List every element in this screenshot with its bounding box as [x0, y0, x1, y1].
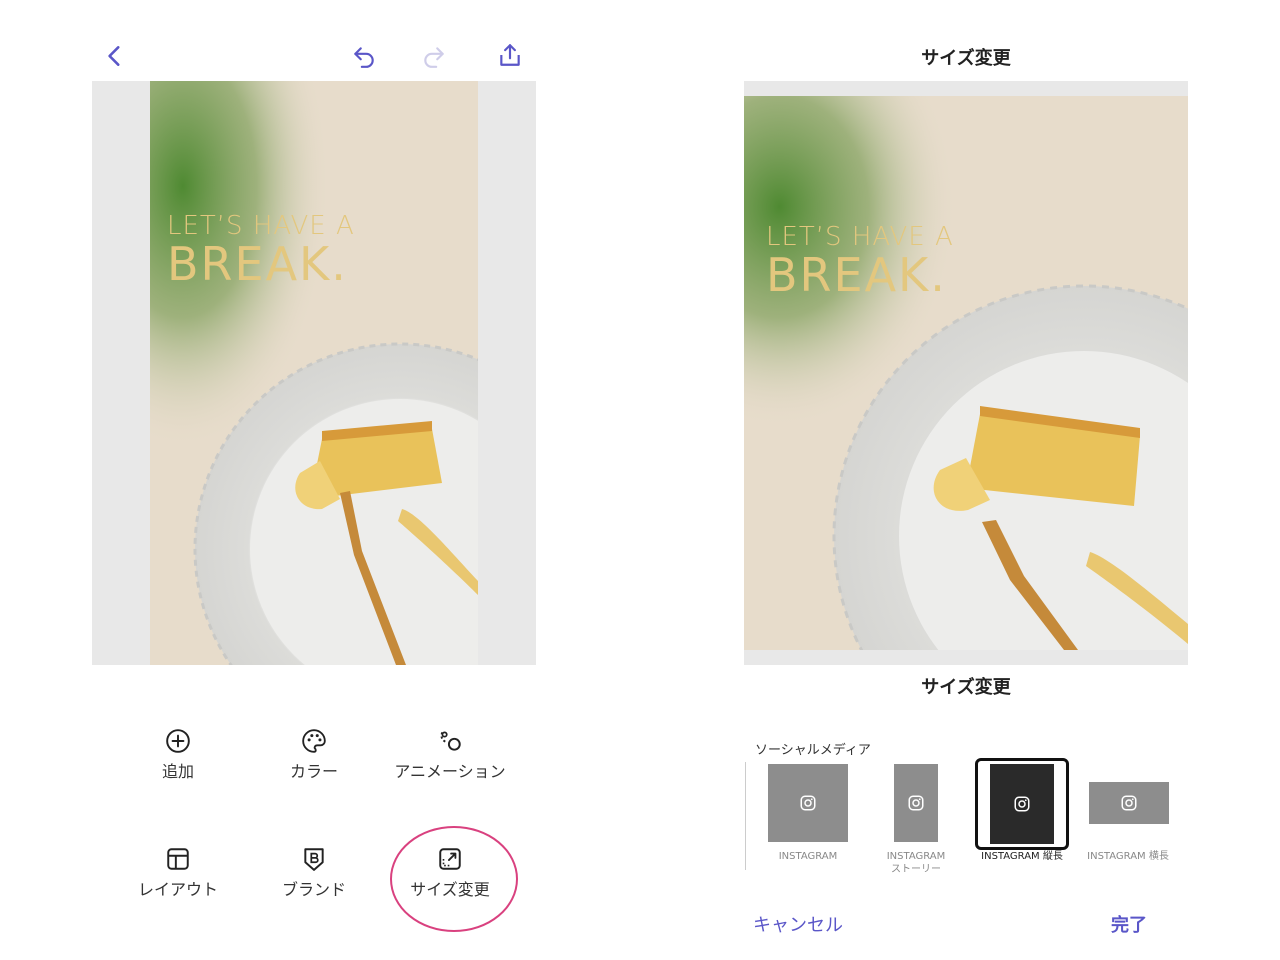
tool-animation[interactable]: アニメーション — [375, 728, 525, 782]
tool-brand[interactable]: ブランド — [239, 846, 389, 900]
preview-headline: LET’S HAVE A BREAK. — [766, 224, 954, 298]
instagram-icon — [1121, 795, 1137, 811]
tool-add[interactable]: 追加 — [103, 728, 253, 782]
section-label: ソーシャルメディア — [755, 743, 871, 758]
format-preview — [990, 764, 1054, 844]
tool-layout-label: レイアウト — [137, 880, 218, 899]
tool-color-label: カラー — [289, 762, 338, 781]
tool-animation-label: アニメーション — [394, 762, 506, 781]
undo-button[interactable] — [349, 42, 379, 70]
preview-headline-line2: BREAK. — [766, 248, 947, 302]
cake-plate-illustration — [744, 96, 1188, 650]
undo-icon — [354, 47, 374, 68]
instagram-icon — [908, 795, 924, 811]
format-label: INSTAGRAM 横長 — [1087, 851, 1169, 862]
tool-color[interactable]: カラー — [239, 728, 389, 782]
headline-line2: BREAK. — [167, 237, 348, 291]
preview-photo: LET’S HAVE A BREAK. — [744, 96, 1188, 650]
cake-plate-illustration — [150, 81, 478, 665]
instagram-icon — [800, 795, 816, 811]
preview-headline-line1: LET’S HAVE A — [766, 222, 954, 252]
design-headline[interactable]: LET’S HAVE A BREAK. — [167, 213, 355, 287]
sheet-title: サイズ変更 — [921, 677, 1011, 698]
cancel-button[interactable]: キャンセル — [753, 911, 843, 937]
divider — [745, 762, 746, 870]
instagram-icon — [1014, 796, 1030, 812]
headline-line1: LET’S HAVE A — [167, 211, 355, 241]
format-preview — [894, 764, 938, 842]
format-preview — [768, 764, 848, 842]
tool-brand-label: ブランド — [281, 880, 346, 899]
format-instagram-square[interactable]: INSTAGRAM — [760, 762, 856, 872]
tool-layout[interactable]: レイアウト — [103, 846, 253, 900]
format-preview — [1089, 782, 1169, 824]
done-button[interactable]: 完了 — [1111, 911, 1147, 937]
format-instagram-landscape[interactable]: INSTAGRAM 横長 — [1080, 762, 1176, 872]
redo-button[interactable] — [419, 42, 449, 70]
palette-icon — [302, 729, 326, 753]
format-label: INSTAGRAM ストーリー — [886, 851, 946, 875]
brand-icon — [304, 848, 324, 871]
resize-preview: LET’S HAVE A BREAK. — [744, 81, 1188, 665]
share-icon — [500, 44, 520, 66]
format-instagram-portrait[interactable]: INSTAGRAM 縦長 — [974, 758, 1070, 868]
header-title: サイズ変更 — [921, 48, 1011, 69]
redo-icon — [424, 47, 444, 68]
layout-icon — [167, 848, 189, 870]
resize-highlight-circle — [390, 826, 518, 932]
plus-circle-icon — [166, 729, 190, 753]
chevron-left-icon — [108, 46, 120, 66]
back-button[interactable] — [100, 42, 130, 70]
design-photo[interactable]: LET’S HAVE A BREAK. — [150, 81, 478, 665]
design-canvas: LET’S HAVE A BREAK. — [92, 81, 536, 665]
share-button[interactable] — [495, 40, 525, 70]
format-label: INSTAGRAM — [778, 851, 838, 862]
tool-add-label: 追加 — [161, 762, 194, 781]
format-instagram-story[interactable]: INSTAGRAM ストーリー — [868, 762, 964, 878]
format-label: INSTAGRAM 縦長 — [981, 851, 1063, 862]
animation-icon — [440, 731, 461, 751]
